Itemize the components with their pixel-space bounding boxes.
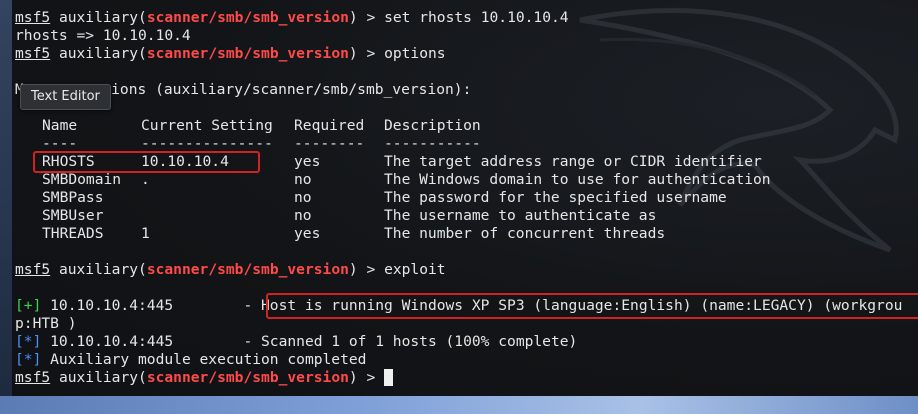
prompt-line-options: msf5 auxiliary(scanner/smb/smb_version) … bbox=[15, 45, 446, 63]
prompt-module: scanner/smb/smb_version bbox=[146, 9, 349, 26]
table-row: THREADS 1 yes The number of concurrent thre… bbox=[42, 225, 666, 242]
host-address: 10.10.10.4:445 - bbox=[41, 297, 262, 314]
text-editor-tooltip: Text Editor bbox=[20, 84, 111, 110]
table-header: Name Current Setting Required Description bbox=[42, 117, 481, 135]
desktop-bottom-strip bbox=[0, 396, 918, 414]
command-exploit: exploit bbox=[384, 261, 446, 278]
result-scan-line: [*] 10.10.10.4:445 - Scanned 1 of 1 host… bbox=[15, 333, 578, 350]
rhosts-highlight-box bbox=[33, 151, 260, 173]
text-cursor[interactable] bbox=[384, 369, 394, 386]
prompt-prefix: auxiliary( bbox=[50, 261, 147, 278]
prompt-line-current[interactable]: msf5 auxiliary(scanner/smb/smb_version) … bbox=[15, 369, 394, 387]
header-setting: Current Setting bbox=[141, 117, 273, 134]
table-row: SMBDomain. no The Windows domain to use fo… bbox=[42, 171, 771, 188]
header-name: Name bbox=[42, 117, 78, 134]
prompt-suffix: ) > bbox=[348, 369, 385, 386]
result-host-wrap: p:HTB ) bbox=[15, 315, 77, 332]
result-done-line: [*] Auxiliary module execution completed bbox=[15, 351, 367, 368]
header-description: Description bbox=[384, 117, 481, 134]
prompt-user: msf5 bbox=[15, 369, 51, 386]
table-row: SMBPass no The password for the specified … bbox=[42, 189, 727, 206]
prompt-module: scanner/smb/smb_version bbox=[146, 369, 349, 386]
title-end: ptions (auxiliary/scanner/smb/smb_versio… bbox=[93, 81, 472, 98]
desktop-edge-left bbox=[0, 0, 12, 414]
prompt-module: scanner/smb/smb_version bbox=[146, 45, 349, 62]
prompt-prefix: auxiliary( bbox=[50, 9, 147, 26]
prompt-user: msf5 bbox=[15, 45, 51, 62]
terminal-window[interactable]: msf5 auxiliary(scanner/smb/smb_version) … bbox=[0, 0, 918, 414]
prompt-user: msf5 bbox=[15, 9, 51, 26]
prompt-module: scanner/smb/smb_version bbox=[146, 261, 349, 278]
prompt-prefix: auxiliary( bbox=[50, 45, 147, 62]
prompt-user: msf5 bbox=[15, 261, 51, 278]
prompt-suffix: ) > bbox=[348, 261, 385, 278]
prompt-prefix: auxiliary( bbox=[50, 369, 147, 386]
result-highlight-box bbox=[266, 293, 918, 319]
prompt-line-exploit: msf5 auxiliary(scanner/smb/smb_version) … bbox=[15, 261, 446, 279]
prompt-suffix: ) > bbox=[348, 9, 385, 26]
info-tag: [*] bbox=[15, 351, 42, 368]
table-row: SMBUser no The username to authenticate as bbox=[42, 207, 657, 224]
success-tag: [+] bbox=[15, 297, 42, 314]
info-tag: [*] bbox=[15, 333, 42, 350]
prompt-line-set: msf5 auxiliary(scanner/smb/smb_version) … bbox=[15, 9, 569, 27]
set-result-line: rhosts => 10.10.10.4 bbox=[15, 27, 191, 44]
command-options: options bbox=[384, 45, 446, 62]
prompt-suffix: ) > bbox=[348, 45, 385, 62]
header-required: Required bbox=[294, 117, 365, 134]
command-set: set rhosts 10.10.10.4 bbox=[384, 9, 569, 26]
